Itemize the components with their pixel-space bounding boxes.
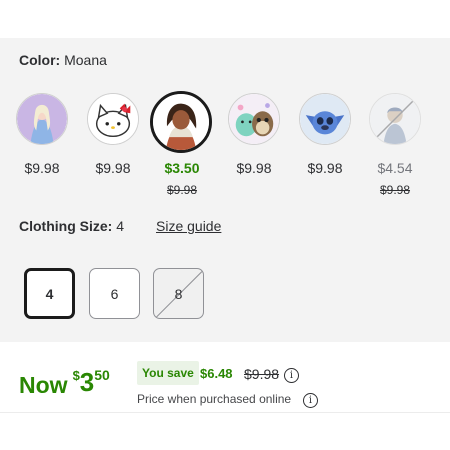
info-icon[interactable]: i <box>284 368 299 383</box>
size-option-label: 8 <box>174 285 183 302</box>
elsa-thumbnail-icon <box>17 94 67 144</box>
swatch-stitch[interactable] <box>299 93 351 145</box>
size-option-label: 6 <box>110 285 119 302</box>
swatch-squishmallows[interactable] <box>228 93 280 145</box>
size-guide-link[interactable]: Size guide <box>156 218 221 234</box>
current-price: Now $ 3 50 <box>19 363 110 399</box>
stitch-thumbnail-icon <box>300 94 350 144</box>
moana-thumbnail-icon <box>153 94 209 150</box>
original-price: $9.98 <box>244 366 280 382</box>
color-value: Moana <box>64 52 107 68</box>
swatch-price-moana: $3.50 <box>164 160 200 176</box>
size-label: Clothing Size: <box>19 218 113 234</box>
size-value: 4 <box>116 218 125 234</box>
price-cents: 50 <box>94 367 110 383</box>
size-option-label: 4 <box>45 285 54 302</box>
swatch-moana[interactable] <box>150 91 212 153</box>
hello-kitty-thumbnail-icon <box>88 94 138 144</box>
swatch-elsa[interactable] <box>16 93 68 145</box>
color-label-row: Color: Moana <box>19 52 107 68</box>
swatch-was-price-unavailable: $9.98 <box>379 183 411 197</box>
size-option-8[interactable]: 8 <box>153 268 204 319</box>
you-save-badge: You save <box>137 361 199 385</box>
swatch-price-unavailable: $4.54 <box>377 160 413 176</box>
size-option-4[interactable]: 4 <box>24 268 75 319</box>
price-dollars: 3 <box>79 367 95 397</box>
swatch-price-squishmallows: $9.98 <box>236 160 272 176</box>
divider <box>0 412 450 413</box>
size-label-row: Clothing Size: 4 <box>19 218 124 234</box>
info-icon[interactable]: i <box>303 393 318 408</box>
save-amount: $6.48 <box>200 366 233 381</box>
squishmallows-thumbnail-icon <box>229 94 279 144</box>
now-label: Now <box>19 372 68 398</box>
price-currency: $ <box>72 368 80 383</box>
color-label: Color: <box>19 52 61 68</box>
swatch-unavailable[interactable] <box>369 93 421 145</box>
swatch-price-hello-kitty: $9.98 <box>95 160 131 176</box>
online-price-note: Price when purchased online <box>137 392 292 406</box>
swatch-was-price-moana: $9.98 <box>166 183 198 197</box>
swatch-price-stitch: $9.98 <box>307 160 343 176</box>
swatch-price-elsa: $9.98 <box>24 160 60 176</box>
size-option-6[interactable]: 6 <box>89 268 140 319</box>
swatch-hello-kitty[interactable] <box>87 93 139 145</box>
unavailable-thumbnail-icon <box>370 94 420 144</box>
